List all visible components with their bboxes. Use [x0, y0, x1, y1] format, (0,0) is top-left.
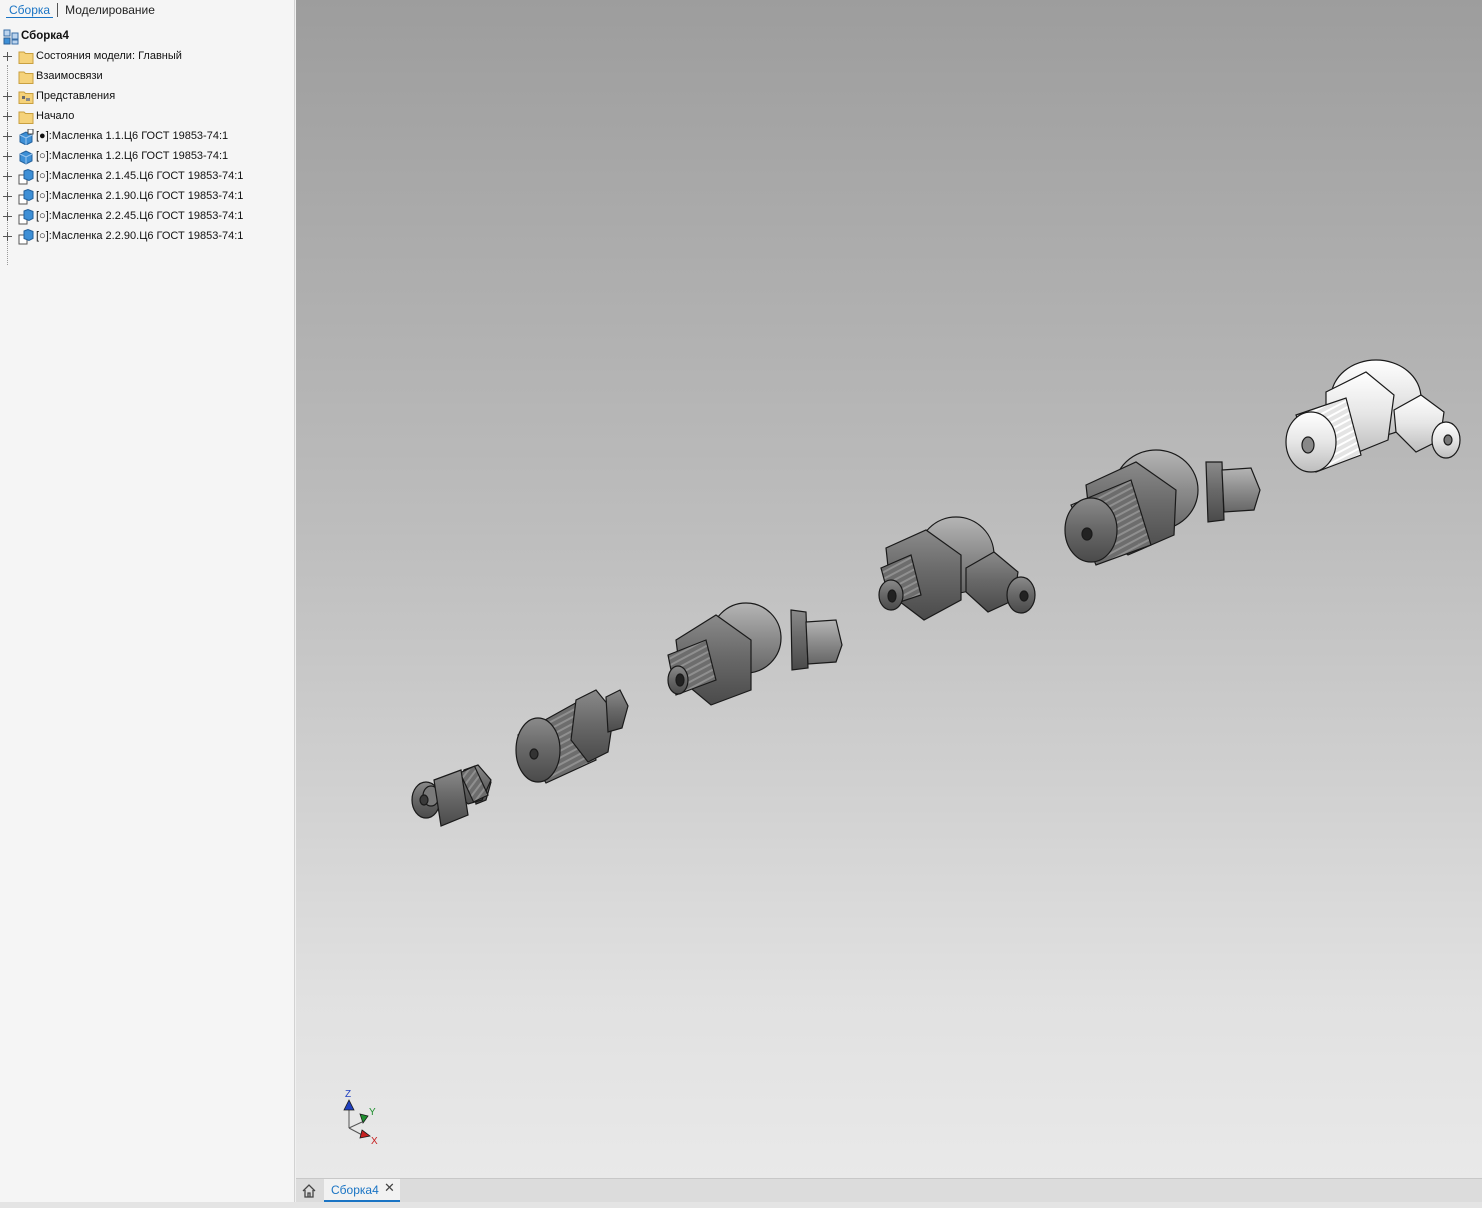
model-browser-panel: Сборка Моделирование Сборка4 Состояния м… — [0, 0, 295, 1208]
tree-item-relationships[interactable]: Взаимосвязи — [0, 67, 295, 87]
expand-icon[interactable] — [3, 112, 12, 121]
subassembly-icon — [18, 169, 34, 185]
assembly-icon — [3, 29, 19, 45]
document-tab-bar: Сборка4 ✕ — [296, 1178, 1482, 1202]
document-tab-assembly4[interactable]: Сборка4 ✕ — [324, 1179, 400, 1202]
tree-item-part[interactable]: [●]:Масленка 1.1.Ц6 ГОСТ 19853-74:1 — [0, 127, 295, 147]
tree-item-label: [○]:Масленка 2.2.45.Ц6 ГОСТ 19853-74:1 — [36, 210, 244, 222]
expand-icon[interactable] — [3, 52, 12, 61]
grease-fitting-2-2-90[interactable] — [1285, 359, 1461, 473]
tree-root-label: Сборка4 — [21, 30, 69, 42]
expand-icon[interactable] — [3, 152, 12, 161]
tree-item-part[interactable]: [○]:Масленка 1.2.Ц6 ГОСТ 19853-74:1 — [0, 147, 295, 167]
grease-fitting-2-1-90[interactable] — [878, 516, 1036, 621]
grease-fitting-1-1[interactable] — [411, 764, 492, 827]
tree-item-subassembly[interactable]: [○]:Масленка 2.1.90.Ц6 ГОСТ 19853-74:1 — [0, 187, 295, 207]
tree-item-label: Состояния модели: Главный — [36, 50, 182, 62]
z-axis-label: Z — [345, 1089, 351, 1100]
expand-icon[interactable] — [3, 192, 12, 201]
subassembly-icon — [18, 189, 34, 205]
status-strip — [0, 1202, 1482, 1208]
grease-fitting-1-2[interactable] — [515, 689, 629, 784]
tab-assembly[interactable]: Сборка — [6, 3, 54, 18]
tree-root-assembly[interactable]: Сборка4 — [0, 27, 295, 47]
tree-item-label: [○]:Масленка 2.1.45.Ц6 ГОСТ 19853-74:1 — [36, 170, 244, 182]
tree-item-label: Начало — [36, 110, 75, 122]
tree-item-label: Взаимосвязи — [36, 70, 103, 82]
part-edit-icon — [19, 129, 34, 145]
folder-icon — [18, 51, 34, 64]
tab-separator — [57, 3, 59, 17]
view-triad[interactable]: Z Y X — [336, 1088, 386, 1150]
part-icon — [19, 150, 33, 165]
expand-icon[interactable] — [3, 132, 12, 141]
home-icon[interactable] — [299, 1181, 319, 1201]
tree-item-label: [●]:Масленка 1.1.Ц6 ГОСТ 19853-74:1 — [36, 130, 229, 142]
folder-icon — [18, 71, 34, 84]
document-tab-label: Сборка4 — [331, 1183, 379, 1197]
x-axis-label: X — [371, 1136, 378, 1147]
close-icon[interactable]: ✕ — [384, 1181, 396, 1194]
tab-modeling[interactable]: Моделирование — [62, 3, 158, 17]
expand-icon[interactable] — [3, 232, 12, 241]
grease-fitting-2-2-45[interactable] — [1064, 449, 1261, 566]
tree-item-label: [○]:Масленка 2.1.90.Ц6 ГОСТ 19853-74:1 — [36, 190, 244, 202]
browser-tabs: Сборка Моделирование — [0, 0, 294, 20]
subassembly-icon — [18, 209, 34, 225]
tree-item-origin[interactable]: Начало — [0, 107, 295, 127]
y-axis-label: Y — [369, 1107, 376, 1118]
tree-item-representations[interactable]: Представления — [0, 87, 295, 107]
tree-item-label: [○]:Масленка 2.2.90.Ц6 ГОСТ 19853-74:1 — [36, 230, 244, 242]
tree-item-subassembly[interactable]: [○]:Масленка 2.2.90.Ц6 ГОСТ 19853-74:1 — [0, 227, 295, 247]
y-axis-arrow-icon — [359, 1113, 369, 1124]
expand-icon[interactable] — [3, 92, 12, 101]
subassembly-icon — [18, 229, 34, 245]
model-tree: Сборка4 Состояния модели: Главный Взаимо… — [0, 27, 295, 265]
graphics-viewport[interactable]: Z Y X — [296, 0, 1482, 1178]
x-axis-arrow-icon — [359, 1129, 371, 1139]
tree-item-label: [○]:Масленка 1.2.Ц6 ГОСТ 19853-74:1 — [36, 150, 229, 162]
tree-item-subassembly[interactable]: [○]:Масленка 2.2.45.Ц6 ГОСТ 19853-74:1 — [0, 207, 295, 227]
tree-item-label: Представления — [36, 90, 116, 102]
z-axis-arrow-icon — [343, 1099, 355, 1111]
expand-icon[interactable] — [3, 172, 12, 181]
tree-item-subassembly[interactable]: [○]:Масленка 2.1.45.Ц6 ГОСТ 19853-74:1 — [0, 167, 295, 187]
tree-item-model-states[interactable]: Состояния модели: Главный — [0, 47, 295, 67]
expand-icon[interactable] — [3, 212, 12, 221]
folder-icon — [18, 111, 34, 124]
grease-fitting-2-1-45[interactable] — [667, 602, 843, 706]
model-scene[interactable] — [296, 0, 1482, 1178]
representations-folder-icon — [18, 91, 34, 104]
